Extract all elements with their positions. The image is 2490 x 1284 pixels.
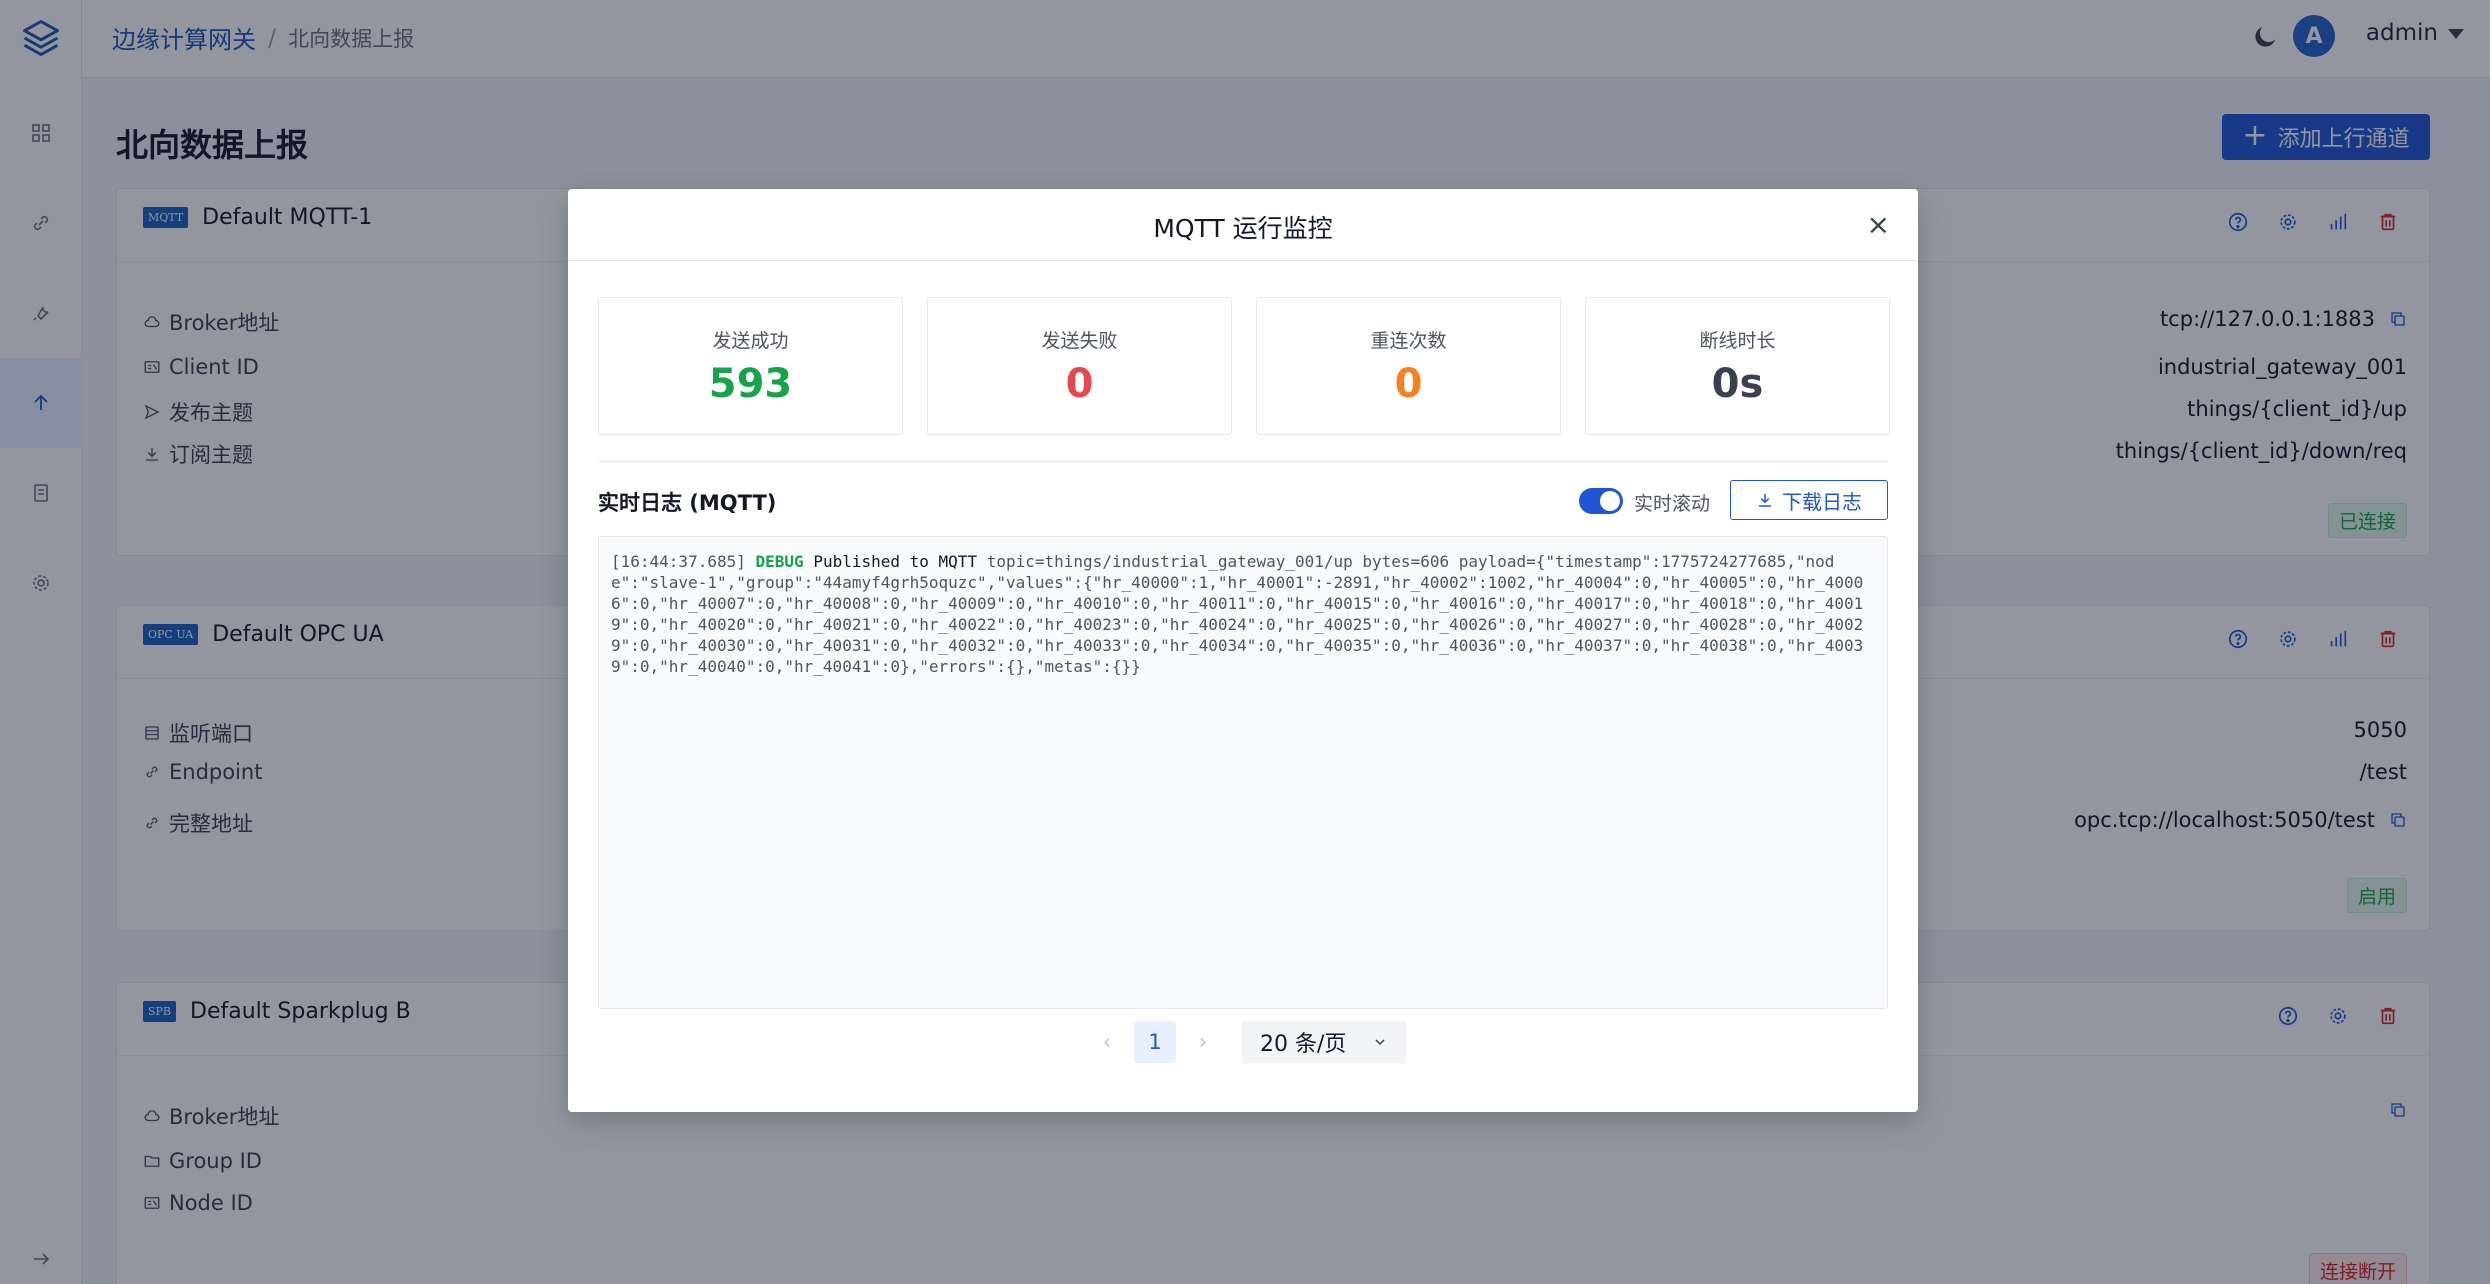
stat-reconnects: 重连次数 0: [1256, 297, 1561, 435]
stats-row: 发送成功 593 发送失败 0 重连次数 0 断线时长 0s: [598, 297, 1890, 435]
log-title: 实时日志 (MQTT): [598, 491, 777, 515]
divider: [598, 461, 1888, 462]
auto-scroll-label: 实时滚动: [1634, 493, 1711, 515]
stat-label: 发送失败: [1041, 330, 1118, 352]
log-time: [16:44:37.685]: [611, 552, 746, 571]
log-level: DEBUG: [755, 552, 804, 571]
stat-value: 0s: [1711, 361, 1764, 407]
stat-value: 593: [708, 361, 793, 407]
stat-value: 0: [1394, 361, 1423, 407]
log-entry: [16:44:37.685] DEBUG Published to MQTT t…: [611, 551, 1875, 677]
download-log-label: 下载日志: [1782, 489, 1862, 514]
stat-label: 重连次数: [1370, 330, 1447, 352]
prev-page-button[interactable]: ‹: [1080, 1021, 1134, 1063]
stat-send-failure: 发送失败 0: [927, 297, 1232, 435]
page-size-select[interactable]: 20 条/页: [1242, 1021, 1406, 1063]
page-number[interactable]: 1: [1134, 1021, 1176, 1063]
next-page-button[interactable]: ›: [1176, 1021, 1230, 1063]
stat-label: 断线时长: [1699, 330, 1776, 352]
modal-title: MQTT 运行监控: [1153, 214, 1333, 243]
chevron-down-icon: [1375, 1039, 1385, 1046]
close-icon[interactable]: ×: [1867, 211, 1890, 239]
auto-scroll-toggle[interactable]: [1579, 488, 1623, 514]
pagination: ‹ 1 › 20 条/页: [568, 1021, 1918, 1063]
log-message: Published to MQTT: [813, 552, 978, 571]
log-viewer[interactable]: [16:44:37.685] DEBUG Published to MQTT t…: [598, 536, 1888, 1009]
stat-value: 0: [1065, 361, 1094, 407]
stat-disconnect-duration: 断线时长 0s: [1585, 297, 1890, 435]
download-log-button[interactable]: 下载日志: [1730, 480, 1888, 520]
mqtt-monitor-modal: MQTT 运行监控 × 发送成功 593 发送失败 0 重连次数 0 断线时长 …: [568, 189, 1918, 1112]
download-icon: [1759, 494, 1771, 507]
stat-label: 发送成功: [712, 330, 789, 352]
modal-header: MQTT 运行监控 ×: [568, 189, 1918, 261]
page-size-value: 20 条/页: [1260, 1032, 1347, 1057]
stat-send-success: 发送成功 593: [598, 297, 903, 435]
toggle-knob: [1600, 491, 1620, 511]
